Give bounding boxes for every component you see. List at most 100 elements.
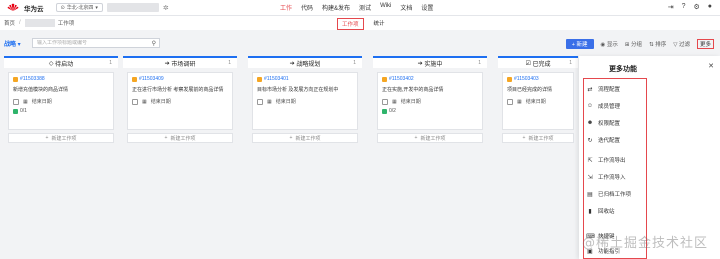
avatar[interactable]: ● bbox=[708, 3, 712, 11]
card-title[interactable]: 目标市场分析 及发展方向正在规划中 bbox=[257, 86, 353, 93]
menu-item-member-management[interactable]: ☺ 成员管理 bbox=[586, 102, 620, 110]
calendar-icon: ▦ bbox=[23, 98, 28, 105]
export-icon: ⇱ bbox=[587, 157, 593, 164]
workflow-icon: ⇄ bbox=[587, 86, 593, 93]
more-functions-panel: 更多功能 ✕ ⇄ 流程配置 ☺ 成员管理 ☻ 权限配置 ↻ 迭代配置 ⇱ 工作流导出 ⇲ 工… bbox=[579, 56, 720, 259]
card-title[interactable]: 正在进行市场分析 考察发展前的商品详情 bbox=[132, 86, 228, 93]
tab-work-items[interactable]: 工作项 bbox=[337, 18, 364, 30]
nav-work[interactable]: 工作 bbox=[280, 3, 292, 12]
nav-code[interactable]: 代码 bbox=[301, 3, 313, 12]
display-button[interactable]: ◉ 显示 bbox=[601, 40, 618, 48]
column-header[interactable]: ➔ 市场调研 1 bbox=[123, 56, 237, 68]
end-date-label[interactable]: 结束日期 bbox=[151, 98, 171, 105]
end-date-label[interactable]: 结束日期 bbox=[276, 98, 296, 105]
calendar-icon: ▦ bbox=[392, 98, 397, 105]
tab-statistics[interactable]: 统计 bbox=[370, 18, 389, 30]
board-toolbar: 战略 ▾ ⚲ + 新建 ◉ 显示 ⊞ 分组 ⇅ 排序 ▽ 过滤 更多 bbox=[0, 33, 720, 53]
add-work-item-button[interactable]: + 新建工作项 bbox=[127, 133, 233, 143]
column-count: 1 bbox=[228, 60, 231, 66]
import-icon: ⇲ bbox=[587, 174, 593, 181]
column-count: 1 bbox=[478, 60, 481, 66]
card-title[interactable]: 正在实施,开发中的商品详情 bbox=[382, 86, 478, 93]
subtask-progress: 0/2 bbox=[389, 108, 396, 114]
plus-icon: + bbox=[45, 135, 49, 141]
gear-icon[interactable]: ⚙ bbox=[693, 3, 699, 11]
search-icon[interactable]: ⚲ bbox=[152, 40, 156, 47]
region-selector[interactable]: ⊙ 华北-北京四 ▾ bbox=[55, 3, 103, 12]
user-permission-icon: ☻ bbox=[586, 120, 594, 126]
group-button[interactable]: ⊞ 分组 bbox=[625, 40, 642, 48]
huawei-logo-icon[interactable] bbox=[6, 3, 20, 13]
plus-icon: + bbox=[414, 135, 418, 141]
work-item-card[interactable]: #11503403 项目已经完成的详情 ▦ 结束日期 bbox=[502, 72, 574, 130]
card-id[interactable]: #11503402 bbox=[389, 76, 414, 82]
filter-button[interactable]: ▽ 过滤 bbox=[673, 40, 690, 48]
column-header[interactable]: ☑ 已完成 1 bbox=[498, 56, 578, 68]
exit-icon[interactable]: ⇥ bbox=[668, 3, 674, 11]
iteration-icon: ↻ bbox=[587, 137, 593, 144]
assignee-icon[interactable] bbox=[132, 98, 138, 105]
breadcrumb-separator: / bbox=[19, 20, 21, 26]
breadcrumb-current: 工作项 bbox=[57, 21, 75, 27]
breadcrumb-home[interactable]: 首页 bbox=[4, 19, 15, 27]
menu-item-workflow-export[interactable]: ⇱ 工作流导出 bbox=[586, 156, 625, 165]
help-icon[interactable]: ? bbox=[682, 3, 686, 11]
work-item-card[interactable]: #11503388 新增充值模块的商品详情 ▦ 结束日期 0/1 bbox=[8, 72, 114, 130]
column-header[interactable]: ➔ 实施中 1 bbox=[373, 56, 487, 68]
column-header[interactable]: ➔ 战略规划 1 bbox=[248, 56, 362, 68]
nav-docs[interactable]: 文档 bbox=[400, 3, 412, 12]
view-selector[interactable]: 战略 ▾ bbox=[4, 39, 21, 48]
add-work-item-button[interactable]: + 新建工作项 bbox=[8, 133, 114, 143]
nav-test[interactable]: 测试 bbox=[359, 3, 371, 12]
end-date-label[interactable]: 结束日期 bbox=[32, 98, 52, 105]
end-date-label[interactable]: 结束日期 bbox=[526, 98, 546, 105]
menu-item-workflow-import[interactable]: ⇲ 工作流导入 bbox=[586, 173, 625, 182]
column-title: 市场调研 bbox=[171, 61, 196, 68]
region-label: 华北-北京四 bbox=[66, 5, 94, 11]
brand-name[interactable]: 华为云 bbox=[24, 3, 44, 13]
menu-item-workflow-config[interactable]: ⇄ 流程配置 bbox=[586, 85, 620, 94]
type-tag-icon bbox=[132, 76, 137, 82]
column-header[interactable]: ◇ 待启动 1 bbox=[4, 56, 118, 68]
close-icon[interactable]: ✕ bbox=[708, 62, 714, 70]
sub-bar: 首页 / 工作项 工作项 统计 bbox=[0, 16, 720, 30]
column-pending: ◇ 待启动 1 #11503388 新增充值模块的商品详情 ▦ 结束日期 0/1 … bbox=[4, 56, 118, 143]
assignee-icon[interactable] bbox=[13, 98, 19, 105]
card-id[interactable]: #11503403 bbox=[514, 76, 539, 82]
new-work-item-button[interactable]: + 新建 bbox=[565, 39, 594, 49]
type-tag-icon bbox=[507, 76, 512, 82]
add-work-item-button[interactable]: + 新建工作项 bbox=[502, 133, 574, 143]
card-id[interactable]: #11503409 bbox=[139, 76, 164, 82]
menu-item-archived[interactable]: ▤ 已归档工作项 bbox=[586, 190, 631, 199]
column-market-research: ➔ 市场调研 1 #11503409 正在进行市场分析 考察发展前的商品详情 ▦… bbox=[123, 56, 237, 143]
nav-settings[interactable]: 设置 bbox=[421, 3, 433, 12]
sort-button[interactable]: ⇅ 排序 bbox=[649, 40, 666, 48]
nav-wiki[interactable]: Wiki bbox=[380, 3, 391, 12]
search-input[interactable] bbox=[37, 40, 147, 46]
breadcrumb-project-blurred[interactable] bbox=[24, 19, 55, 27]
nav-build-release[interactable]: 构建&发布 bbox=[322, 3, 350, 12]
assignee-icon[interactable] bbox=[382, 98, 388, 105]
work-item-card[interactable]: #11503402 正在实施,开发中的商品详情 ▦ 结束日期 0/2 bbox=[377, 72, 483, 130]
card-title[interactable]: 新增充值模块的商品详情 bbox=[13, 86, 109, 93]
assignee-icon[interactable] bbox=[257, 98, 263, 105]
work-item-card[interactable]: #11503409 正在进行市场分析 考察发展前的商品详情 ▦ 结束日期 bbox=[127, 72, 233, 130]
menu-item-recycle-bin[interactable]: ▮ 回收站 bbox=[586, 207, 614, 216]
more-button[interactable]: 更多 bbox=[696, 39, 714, 49]
calendar-icon: ▦ bbox=[517, 98, 522, 105]
end-date-label[interactable]: 结束日期 bbox=[401, 98, 421, 105]
add-work-item-button[interactable]: + 新建工作项 bbox=[252, 133, 358, 143]
work-item-card[interactable]: #11503401 目标市场分析 及发展方向正在规划中 ▦ 结束日期 bbox=[252, 72, 358, 130]
add-work-item-button[interactable]: + 新建工作项 bbox=[377, 133, 483, 143]
assignee-icon[interactable] bbox=[507, 98, 513, 105]
menu-item-permission-config[interactable]: ☻ 权限配置 bbox=[586, 119, 620, 127]
card-title[interactable]: 项目已经完成的详情 bbox=[507, 86, 569, 93]
watermark: @稀土掘金技术社区 bbox=[581, 236, 708, 251]
column-title: 已完成 bbox=[532, 61, 551, 68]
project-name-blurred[interactable] bbox=[106, 3, 159, 12]
menu-item-iteration-config[interactable]: ↻ 迭代配置 bbox=[586, 136, 620, 145]
card-id[interactable]: #11503401 bbox=[264, 76, 289, 82]
card-id[interactable]: #11503388 bbox=[20, 76, 45, 82]
project-settings-icon[interactable]: ✲ bbox=[163, 4, 169, 12]
plus-icon: + bbox=[522, 135, 526, 141]
